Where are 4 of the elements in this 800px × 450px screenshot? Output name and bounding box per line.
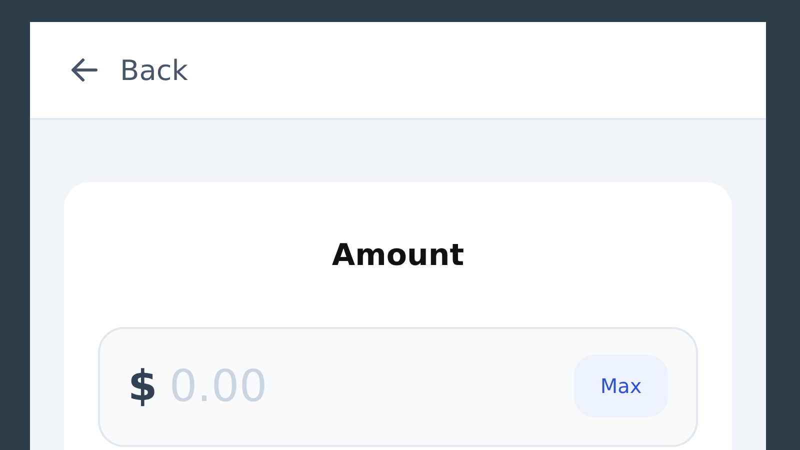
card-title: Amount xyxy=(330,238,466,273)
currency-symbol: $ xyxy=(128,360,158,412)
max-button[interactable]: Max xyxy=(574,355,668,417)
back-button[interactable]: Back xyxy=(68,54,188,86)
